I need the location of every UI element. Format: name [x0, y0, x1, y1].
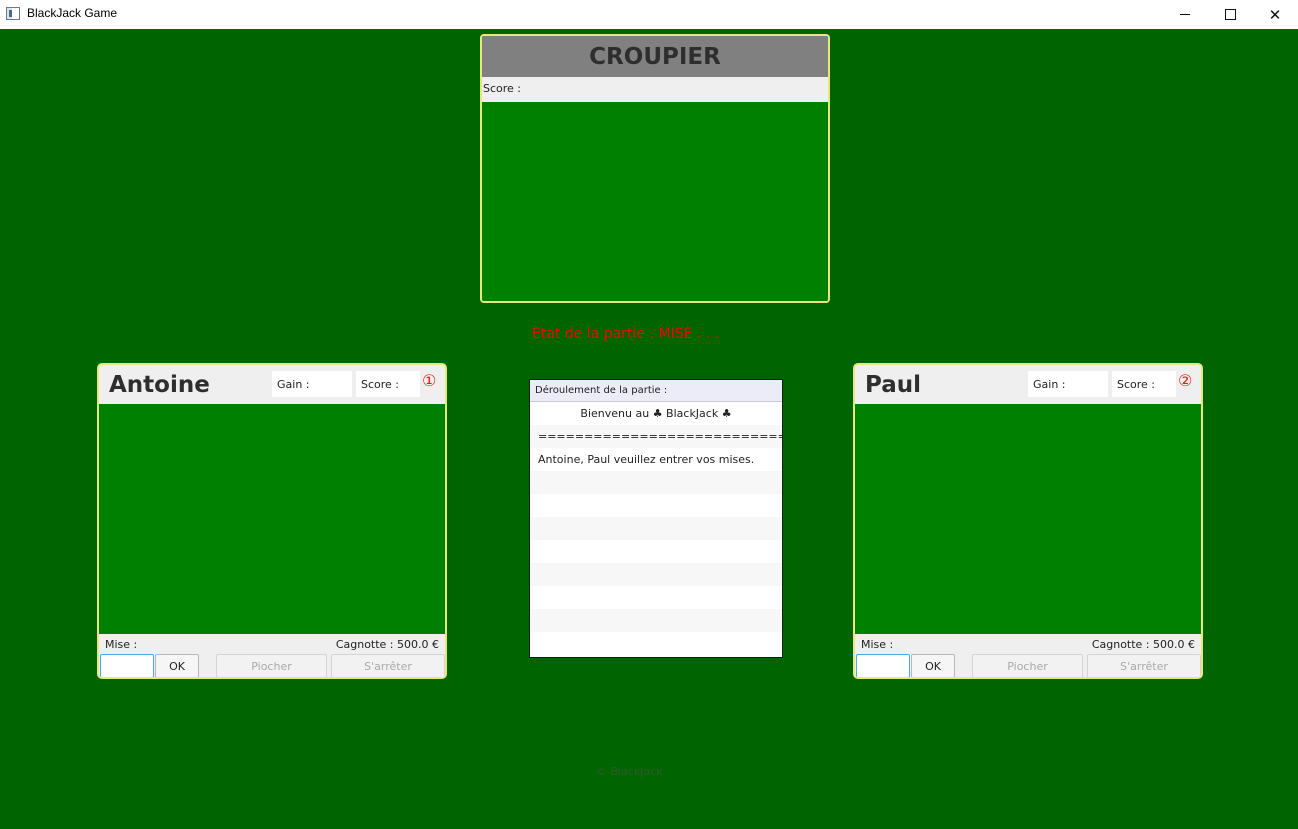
cagnotte-label: Cagnotte : 500.0 €: [335, 638, 439, 651]
mise-label: Mise :: [105, 638, 138, 651]
window-title: BlackJack Game: [27, 6, 118, 20]
piocher-button[interactable]: Piocher: [972, 654, 1083, 677]
log-line: [530, 632, 782, 655]
log-line: [530, 517, 782, 540]
log-line: Bienvenu au ♣ BlackJack ♣: [530, 402, 782, 425]
player-name: Paul: [865, 372, 922, 398]
dealer-title: CROUPIER: [482, 36, 828, 77]
dealer-score-label: Score :: [482, 77, 828, 102]
log-line: [530, 471, 782, 494]
ok-button[interactable]: OK: [155, 654, 199, 677]
mise-input[interactable]: [856, 654, 910, 677]
player-score-label: Score :: [356, 371, 420, 397]
close-icon[interactable]: ✕: [1252, 0, 1298, 29]
player-header: Paul Gain : Score : ②: [855, 365, 1201, 404]
player-number-badge: ②: [1178, 371, 1193, 390]
log-line: [530, 563, 782, 586]
log-line: ===========================: [530, 425, 782, 448]
log-line: [530, 609, 782, 632]
cagnotte-label: Cagnotte : 500.0 €: [1091, 638, 1195, 651]
player-card-area: [99, 404, 445, 634]
minimize-icon[interactable]: [1162, 0, 1208, 29]
player-panel-antoine: Antoine Gain : Score : ① Mise : Cagnotte…: [97, 363, 447, 679]
dealer-panel: CROUPIER Score :: [480, 34, 830, 303]
player-score-label: Score :: [1112, 371, 1176, 397]
title-bar: BlackJack Game ✕: [0, 0, 1298, 29]
log-line: Antoine, Paul veuillez entrer vos mises.: [530, 448, 782, 471]
player-controls: Mise : Cagnotte : 500.0 € OK Piocher S'a…: [99, 634, 445, 677]
player-card-area: [855, 404, 1201, 634]
log-line: [530, 494, 782, 517]
player-name: Antoine: [109, 372, 210, 398]
arreter-button[interactable]: S'arrêter: [1087, 654, 1201, 677]
dealer-card-area: [482, 102, 828, 301]
piocher-button[interactable]: Piocher: [216, 654, 327, 677]
player-panel-paul: Paul Gain : Score : ② Mise : Cagnotte : …: [853, 363, 1203, 679]
player-gain-label: Gain :: [1028, 371, 1108, 397]
copyright-footer: © BlackJack: [596, 765, 663, 778]
ok-button[interactable]: OK: [911, 654, 955, 677]
player-controls: Mise : Cagnotte : 500.0 € OK Piocher S'a…: [855, 634, 1201, 677]
log-line: [530, 586, 782, 609]
player-header: Antoine Gain : Score : ①: [99, 365, 445, 404]
game-state-label: Etat de la partie : MISE . . .: [532, 326, 720, 342]
player-number-badge: ①: [422, 371, 437, 390]
log-line: [530, 540, 782, 563]
maximize-icon[interactable]: [1207, 0, 1253, 29]
game-log-list[interactable]: Déroulement de la partie : Bienvenu au ♣…: [529, 379, 783, 658]
game-table: CROUPIER Score : Etat de la partie : MIS…: [0, 29, 1298, 829]
mise-label: Mise :: [861, 638, 894, 651]
log-title: Déroulement de la partie :: [530, 380, 782, 402]
player-gain-label: Gain :: [272, 371, 352, 397]
mise-input[interactable]: [100, 654, 154, 677]
app-window-icon: [6, 7, 20, 20]
arreter-button[interactable]: S'arrêter: [331, 654, 445, 677]
